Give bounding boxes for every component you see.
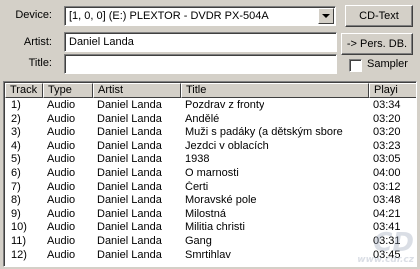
cell-type: Audio bbox=[47, 99, 76, 111]
device-value: [1, 0, 0] (E:) PLEXTOR - DVDR PX-504A bbox=[69, 10, 269, 22]
table-row[interactable]: 11) Audio Daniel Landa Gang 03:31 bbox=[5, 235, 416, 248]
cell-type: Audio bbox=[47, 235, 76, 247]
table-row[interactable]: 8) Audio Daniel Landa Moravské pole 03:48 bbox=[5, 194, 416, 207]
device-label: Device: bbox=[15, 9, 52, 21]
cell-title: Smrtihlav bbox=[185, 248, 231, 261]
cell-artist: Daniel Landa bbox=[97, 207, 162, 220]
cell-artist: Daniel Landa bbox=[97, 194, 162, 207]
sampler-label: Sampler bbox=[367, 58, 408, 70]
cell-type: Audio bbox=[47, 126, 76, 139]
cell-title: Čerti bbox=[185, 180, 209, 193]
cell-type: Audio bbox=[47, 167, 76, 179]
title-label: Title: bbox=[28, 57, 52, 69]
cell-artist: Daniel Landa bbox=[97, 139, 162, 152]
cell-type: Audio bbox=[47, 180, 76, 193]
cell-playtime: 03:34 bbox=[373, 99, 401, 111]
cell-artist: Daniel Landa bbox=[97, 153, 162, 166]
cell-type: Audio bbox=[47, 248, 76, 261]
cell-title: Muži s padáky (a dětským sbore bbox=[185, 126, 343, 139]
cell-playtime: 03:23 bbox=[373, 139, 401, 152]
table-row[interactable]: 9) Audio Daniel Landa Milostná 04:21 bbox=[5, 208, 416, 221]
cell-type: Audio bbox=[47, 112, 76, 125]
table-row[interactable]: 4) Audio Daniel Landa Jezdci v oblacích 03:2… bbox=[5, 140, 416, 153]
cell-track: 10) bbox=[11, 221, 27, 234]
cell-track: 2) bbox=[11, 112, 21, 125]
table-row[interactable]: 7) Audio Daniel Landa Čerti 03:12 bbox=[5, 181, 416, 194]
cell-playtime: 04:21 bbox=[373, 207, 401, 220]
cell-track: 9) bbox=[11, 207, 21, 220]
cell-type: Audio bbox=[47, 221, 76, 234]
cell-artist: Daniel Landa bbox=[97, 235, 162, 247]
cell-title: Militia christi bbox=[185, 221, 245, 234]
cell-artist: Daniel Landa bbox=[97, 180, 162, 193]
table-row[interactable]: 12) Audio Daniel Landa Smrtihlav 03:45 bbox=[5, 249, 416, 262]
column-type[interactable]: Type bbox=[43, 83, 93, 98]
chevron-down-icon[interactable] bbox=[318, 8, 334, 24]
table-row[interactable]: 3) Audio Daniel Landa Muži s padáky (a děts… bbox=[5, 126, 416, 139]
cell-title: Moravské pole bbox=[185, 194, 257, 207]
cell-track: 12) bbox=[11, 248, 27, 261]
cell-track: 4) bbox=[11, 139, 21, 152]
cell-artist: Daniel Landa bbox=[97, 112, 162, 125]
column-artist[interactable]: Artist bbox=[93, 83, 181, 98]
cell-title: Milostná bbox=[185, 207, 226, 220]
cell-playtime: 03:31 bbox=[373, 235, 401, 247]
cell-artist: Daniel Landa bbox=[97, 99, 162, 111]
cell-type: Audio bbox=[47, 139, 76, 152]
cell-playtime: 03:12 bbox=[373, 180, 401, 193]
cell-type: Audio bbox=[47, 207, 76, 220]
cell-playtime: 03:45 bbox=[373, 248, 401, 261]
artist-label: Artist: bbox=[23, 36, 52, 48]
cell-title: Pozdrav z fronty bbox=[185, 99, 265, 111]
pers-db-button[interactable]: -> Pers. DB. bbox=[341, 33, 413, 55]
cell-playtime: 03:20 bbox=[373, 112, 401, 125]
cell-type: Audio bbox=[47, 194, 76, 207]
device-select[interactable]: [1, 0, 0] (E:) PLEXTOR - DVDR PX-504A bbox=[64, 6, 336, 26]
cell-track: 7) bbox=[11, 180, 21, 193]
table-row[interactable]: 10) Audio Daniel Landa Militia christi 03:41 bbox=[5, 221, 416, 234]
title-input[interactable] bbox=[64, 54, 337, 74]
cd-text-button[interactable]: CD-Text bbox=[345, 5, 413, 27]
cell-title: 1938 bbox=[185, 153, 210, 166]
cell-title: Jezdci v oblacích bbox=[185, 139, 269, 152]
cell-title: Andělé bbox=[185, 112, 220, 125]
cell-playtime: 04:00 bbox=[373, 167, 401, 179]
cell-playtime: 03:20 bbox=[373, 126, 401, 139]
artist-value: Daniel Landa bbox=[69, 36, 134, 48]
cell-track: 6) bbox=[11, 167, 21, 179]
column-title[interactable]: Title bbox=[181, 83, 369, 98]
sampler-checkbox[interactable] bbox=[349, 59, 362, 72]
cell-title: O marnosti bbox=[185, 167, 239, 179]
pers-db-label: -> Pers. DB. bbox=[346, 38, 408, 50]
cell-playtime: 03:48 bbox=[373, 194, 401, 207]
track-list[interactable]: Track Type Artist Title Playi 1) Audio Dan… bbox=[3, 81, 417, 267]
cell-artist: Daniel Landa bbox=[97, 221, 162, 234]
cell-type: Audio bbox=[47, 153, 76, 166]
cell-track: 8) bbox=[11, 194, 21, 207]
cell-artist: Daniel Landa bbox=[97, 248, 162, 261]
cell-title: Gang bbox=[185, 235, 212, 247]
table-row[interactable]: 5) Audio Daniel Landa 1938 03:05 bbox=[5, 153, 416, 166]
cell-artist: Daniel Landa bbox=[97, 167, 162, 179]
cell-playtime: 03:41 bbox=[373, 221, 401, 234]
cell-track: 1) bbox=[11, 99, 21, 111]
column-playtime[interactable]: Playi bbox=[369, 83, 416, 98]
table-row[interactable]: 1) Audio Daniel Landa Pozdrav z fronty 03:34 bbox=[5, 99, 416, 112]
cell-playtime: 03:05 bbox=[373, 153, 401, 166]
cd-text-label: CD-Text bbox=[359, 10, 399, 22]
cell-track: 11) bbox=[11, 235, 27, 247]
track-list-header: Track Type Artist Title Playi bbox=[5, 83, 416, 98]
cell-track: 3) bbox=[11, 126, 21, 139]
table-row[interactable]: 2) Audio Daniel Landa Andělé 03:20 bbox=[5, 113, 416, 126]
artist-input[interactable]: Daniel Landa bbox=[64, 32, 337, 52]
cell-artist: Daniel Landa bbox=[97, 126, 162, 139]
cell-track: 5) bbox=[11, 153, 21, 166]
column-track[interactable]: Track bbox=[5, 83, 43, 98]
table-row[interactable]: 6) Audio Daniel Landa O marnosti 04:00 bbox=[5, 167, 416, 180]
